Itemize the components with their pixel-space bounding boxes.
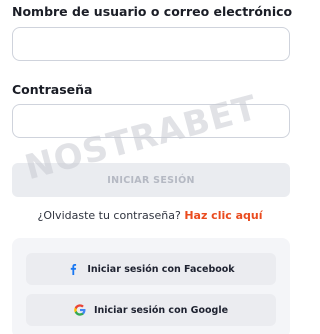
password-label: Contraseña (12, 82, 93, 97)
username-label: Nombre de usuario o correo electrónico (12, 4, 293, 19)
forgot-password-link[interactable]: Haz clic aquí (184, 209, 262, 222)
login-form: Nombre de usuario o correo electrónico C… (0, 0, 300, 334)
facebook-icon (67, 263, 79, 275)
google-login-button[interactable]: Iniciar sesión con Google (26, 294, 276, 326)
forgot-password-text: ¿Olvidaste tu contraseña? (37, 209, 181, 222)
password-input[interactable] (12, 104, 290, 138)
google-login-label: Iniciar sesión con Google (93, 304, 229, 316)
username-input[interactable] (12, 27, 290, 61)
login-button[interactable]: INICIAR SESIÓN (12, 163, 290, 197)
facebook-login-label: Iniciar sesión con Facebook (87, 263, 235, 275)
forgot-password-row: ¿Olvidaste tu contraseña? Haz clic aquí (0, 209, 300, 222)
facebook-login-button[interactable]: Iniciar sesión con Facebook (26, 253, 276, 285)
google-icon (74, 304, 86, 316)
social-login-panel: Iniciar sesión con Facebook Iniciar sesi… (12, 238, 290, 334)
